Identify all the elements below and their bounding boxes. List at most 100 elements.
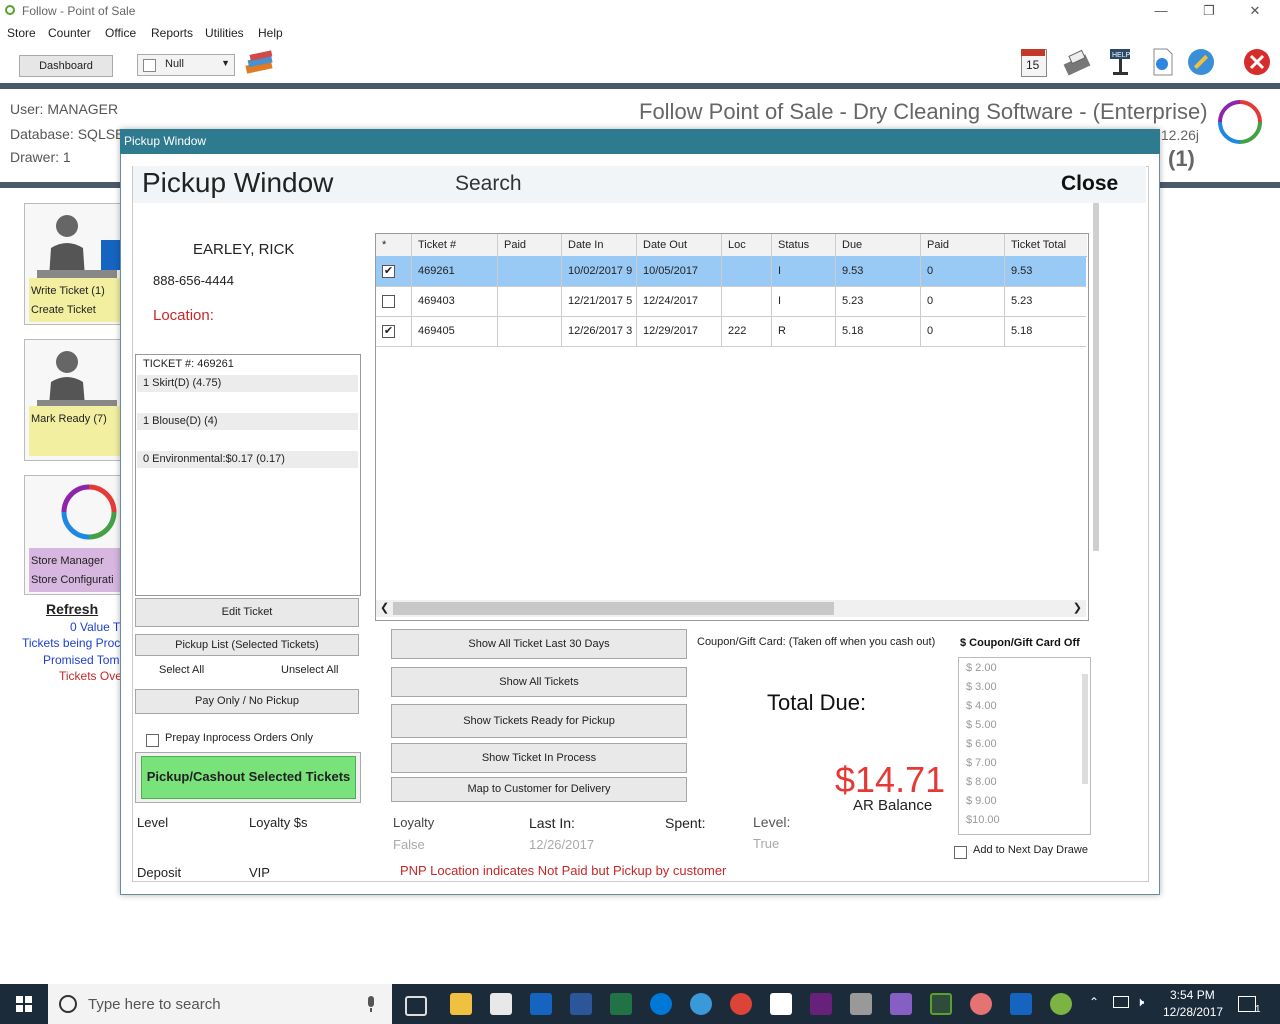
scroll-right-icon[interactable]: ❯ [1073, 601, 1082, 614]
books-icon[interactable] [243, 49, 277, 79]
notification-icon[interactable] [1238, 996, 1256, 1012]
add-next-day-checkbox[interactable] [954, 846, 967, 859]
visual-studio-alt-icon[interactable] [890, 993, 912, 1015]
promised-tomorrow-link[interactable]: Promised Tomo [43, 653, 120, 667]
internet-explorer-icon[interactable] [690, 993, 712, 1015]
ftp-icon[interactable] [1010, 993, 1032, 1015]
column-header[interactable]: Ticket Total [1005, 234, 1087, 256]
table-row[interactable]: 469403 12/21/2017 5 12/24/2017 I 5.23 0 … [376, 286, 1086, 317]
show-last-30-days-button[interactable]: Show All Ticket Last 30 Days [391, 629, 687, 659]
show-in-process-button[interactable]: Show Ticket In Process [391, 743, 687, 773]
select-all-link[interactable]: Select All [159, 664, 204, 676]
column-header[interactable]: Loc [722, 234, 772, 256]
restore-button[interactable]: ❐ [1186, 0, 1232, 22]
file-explorer-icon[interactable] [450, 993, 472, 1015]
credit-card-machine-icon[interactable] [1062, 47, 1092, 77]
table-row[interactable]: ✔ 469261 10/02/2017 9 10/05/2017 I 9.53 … [376, 256, 1086, 287]
close-window-button[interactable]: ✕ [1232, 0, 1278, 22]
calendar-icon[interactable]: 15 [1018, 47, 1048, 77]
table-row[interactable]: ✔ 469405 12/26/2017 3 12/29/2017 222 R 5… [376, 316, 1086, 347]
scrollbar-thumb[interactable] [393, 602, 834, 615]
app-window-icon[interactable] [770, 993, 792, 1015]
balloon-icon[interactable] [970, 993, 992, 1015]
chevron-up-icon[interactable]: ⌃ [1089, 995, 1099, 1009]
coupon-scrollbar[interactable] [1082, 674, 1088, 784]
help-sign-icon[interactable]: HELP [1105, 47, 1135, 77]
clock-time[interactable]: 3:54 PM [1170, 988, 1215, 1002]
menu-counter[interactable]: Counter [48, 26, 91, 40]
coupon-option[interactable]: $ 2.00 [966, 662, 997, 674]
tickets-in-process-link[interactable]: Tickets being Proc [22, 636, 120, 650]
menu-store[interactable]: Store [7, 26, 36, 40]
minimize-button[interactable]: — [1138, 0, 1184, 22]
column-header[interactable]: * [376, 234, 412, 256]
excel-icon[interactable] [610, 993, 632, 1015]
show-all-tickets-button[interactable]: Show All Tickets [391, 667, 687, 697]
pickup-cashout-button[interactable]: Pickup/Cashout Selected Tickets [141, 756, 356, 799]
drawer-select[interactable]: Null ▼ [137, 54, 235, 76]
coupon-option[interactable]: $ 9.00 [966, 795, 997, 807]
prepay-checkbox[interactable] [146, 734, 159, 747]
web-document-icon[interactable] [1147, 47, 1177, 77]
edit-ticket-button[interactable]: Edit Ticket [135, 598, 359, 627]
column-header[interactable]: Date In [562, 234, 637, 256]
coupon-option[interactable]: $ 4.00 [966, 700, 997, 712]
show-ready-button[interactable]: Show Tickets Ready for Pickup [391, 704, 687, 738]
pickup-list-button[interactable]: Pickup List (Selected Tickets) [135, 634, 359, 656]
word-icon[interactable] [570, 993, 592, 1015]
coupon-option[interactable]: $ 6.00 [966, 738, 997, 750]
coupon-option[interactable]: $10.00 [966, 814, 1000, 826]
store-icon[interactable] [490, 993, 512, 1015]
coupon-list[interactable]: $ 2.00 $ 3.00 $ 4.00 $ 5.00 $ 6.00 $ 7.0… [958, 657, 1091, 835]
store-config-label[interactable]: Store Configurati [31, 571, 123, 590]
mark-ready-panel[interactable]: Mark Ready (7) [24, 339, 126, 461]
zero-value-tickets-link[interactable]: 0 Value Ti [70, 620, 120, 634]
menu-office[interactable]: Office [105, 26, 136, 40]
column-header[interactable]: Paid [921, 234, 1005, 256]
tools-icon[interactable] [850, 993, 872, 1015]
menu-help[interactable]: Help [258, 26, 283, 40]
menu-reports[interactable]: Reports [151, 26, 193, 40]
create-ticket-label[interactable]: Create Ticket [31, 301, 123, 320]
tickets-overdue-link[interactable]: Tickets Ove [59, 669, 120, 683]
coupon-option[interactable]: $ 3.00 [966, 681, 997, 693]
ticket-detail-list[interactable]: TICKET #: 469261 1 Skirt(D) (4.75) 1 Blo… [135, 354, 361, 596]
column-header[interactable]: Due [836, 234, 921, 256]
paint-icon[interactable] [1050, 993, 1072, 1015]
store-manager-label[interactable]: Store Manager [31, 552, 123, 571]
chrome-icon[interactable] [730, 993, 752, 1015]
volume-icon[interactable]: 🕨 [1136, 994, 1144, 1010]
unselect-all-link[interactable]: Unselect All [281, 664, 338, 676]
write-ticket-label[interactable]: Write Ticket (1) [31, 282, 123, 301]
column-header[interactable]: Status [772, 234, 836, 256]
taskbar-search[interactable]: Type here to search [48, 984, 392, 1024]
store-manager-panel[interactable]: Store Manager Store Configurati [24, 475, 126, 595]
row-checkbox[interactable] [382, 295, 395, 308]
windows-start-icon[interactable] [0, 984, 48, 1024]
menu-utilities[interactable]: Utilities [205, 26, 244, 40]
column-header[interactable]: Ticket # [412, 234, 498, 256]
pay-only-button[interactable]: Pay Only / No Pickup [135, 689, 359, 714]
network-icon[interactable] [1113, 996, 1129, 1008]
map-customer-button[interactable]: Map to Customer for Delivery [391, 777, 687, 802]
refresh-link[interactable]: Refresh [46, 601, 98, 617]
scroll-left-icon[interactable]: ❮ [380, 601, 389, 614]
microphone-icon[interactable] [364, 995, 378, 1013]
follow-pos-taskbar-icon[interactable] [930, 993, 952, 1015]
outlook-icon[interactable] [530, 993, 552, 1015]
search-link[interactable]: Search [455, 172, 522, 196]
column-header[interactable]: Date Out [637, 234, 722, 256]
coupon-option[interactable]: $ 7.00 [966, 757, 997, 769]
task-view-icon[interactable] [405, 996, 427, 1016]
visual-studio-icon[interactable] [810, 993, 832, 1015]
clock-date[interactable]: 12/28/2017 [1163, 1005, 1223, 1019]
close-link[interactable]: Close [1061, 172, 1118, 196]
panel-vertical-scrollbar[interactable] [1093, 203, 1099, 551]
drawer-checkbox[interactable] [143, 59, 156, 72]
wrench-icon[interactable] [1186, 47, 1216, 77]
mark-ready-label[interactable]: Mark Ready (7) [31, 410, 123, 429]
row-checkbox[interactable]: ✔ [382, 265, 395, 278]
exit-icon[interactable] [1242, 47, 1272, 77]
dashboard-button[interactable]: Dashboard [19, 55, 113, 77]
coupon-option[interactable]: $ 5.00 [966, 719, 997, 731]
